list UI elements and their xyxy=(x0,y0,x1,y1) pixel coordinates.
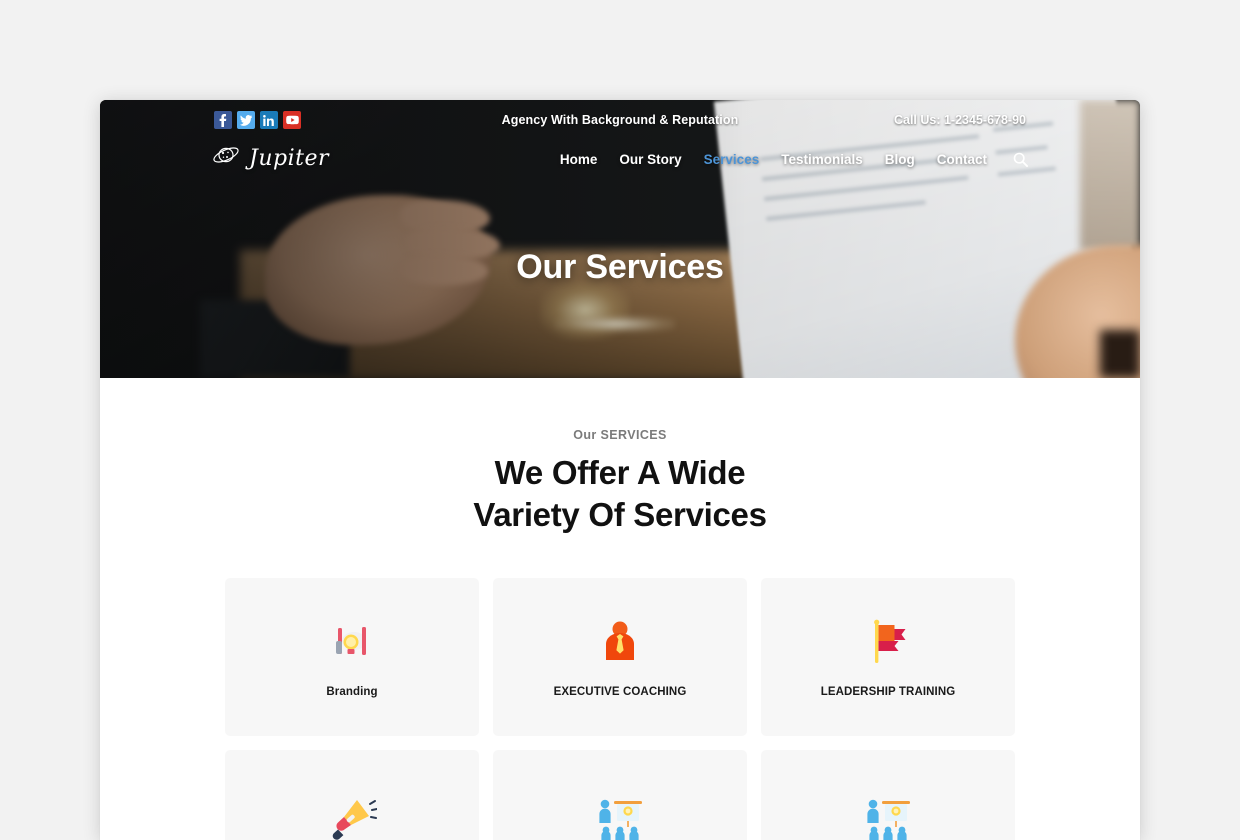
nav-item-contact[interactable]: Contact xyxy=(937,152,987,167)
hero-overlay xyxy=(100,100,1140,378)
businessperson-tie-icon xyxy=(603,616,637,666)
phone-number-label[interactable]: Call Us: 1-2345-678-90 xyxy=(894,113,1026,127)
section-title-line2: Variety Of Services xyxy=(473,495,767,533)
service-card-label: Branding xyxy=(326,685,378,698)
presentation-training-icon xyxy=(864,794,912,840)
page-title: Our Services xyxy=(516,248,724,286)
service-card-executive-coaching[interactable]: EXECUTIVE COACHING xyxy=(493,577,747,736)
service-card-leadership-training[interactable]: LEADERSHIP TRAINING xyxy=(761,577,1015,736)
section-title: We Offer A Wide Variety Of Services xyxy=(100,452,1140,536)
megaphone-lightbulb-branding-icon xyxy=(330,616,374,666)
site-logo[interactable]: Jupiter xyxy=(212,144,329,173)
section-title-line1: We Offer A Wide xyxy=(494,454,746,491)
logo-text: Jupiter xyxy=(249,146,329,171)
services-section: Our SERVICES We Offer A Wide Variety Of … xyxy=(100,378,1140,840)
nav-item-blog[interactable]: Blog xyxy=(885,152,915,167)
website-page: Agency With Background & Reputation Call… xyxy=(100,100,1140,840)
nav-item-home[interactable]: Home xyxy=(560,152,598,167)
top-utility-bar: Agency With Background & Reputation Call… xyxy=(100,100,1140,140)
service-card-label: EXECUTIVE COACHING xyxy=(553,685,687,698)
nav-item-our-story[interactable]: Our Story xyxy=(619,152,681,167)
planet-saturn-icon xyxy=(212,144,242,173)
hero-banner: Agency With Background & Reputation Call… xyxy=(100,100,1140,378)
nav-item-services[interactable]: Services xyxy=(704,152,760,167)
section-eyebrow: Our SERVICES xyxy=(573,428,667,442)
services-card-grid: Branding EXECUTIVE COACHING LEADERSHIP T… xyxy=(225,577,1015,840)
nav-item-testimonials[interactable]: Testimonials xyxy=(781,152,863,167)
service-card-workshops[interactable] xyxy=(493,749,747,840)
service-card-marketing[interactable] xyxy=(225,749,479,840)
presentation-training-icon xyxy=(596,794,644,840)
service-card-team-building[interactable] xyxy=(761,749,1015,840)
main-navigation: Home Our Story Services Testimonials Blo… xyxy=(560,152,1028,167)
service-card-branding[interactable]: Branding xyxy=(225,577,479,736)
megaphone-announcement-icon xyxy=(327,794,377,840)
search-icon[interactable] xyxy=(1013,152,1028,167)
service-card-label: LEADERSHIP TRAINING xyxy=(820,685,956,698)
red-flag-icon xyxy=(867,616,909,666)
